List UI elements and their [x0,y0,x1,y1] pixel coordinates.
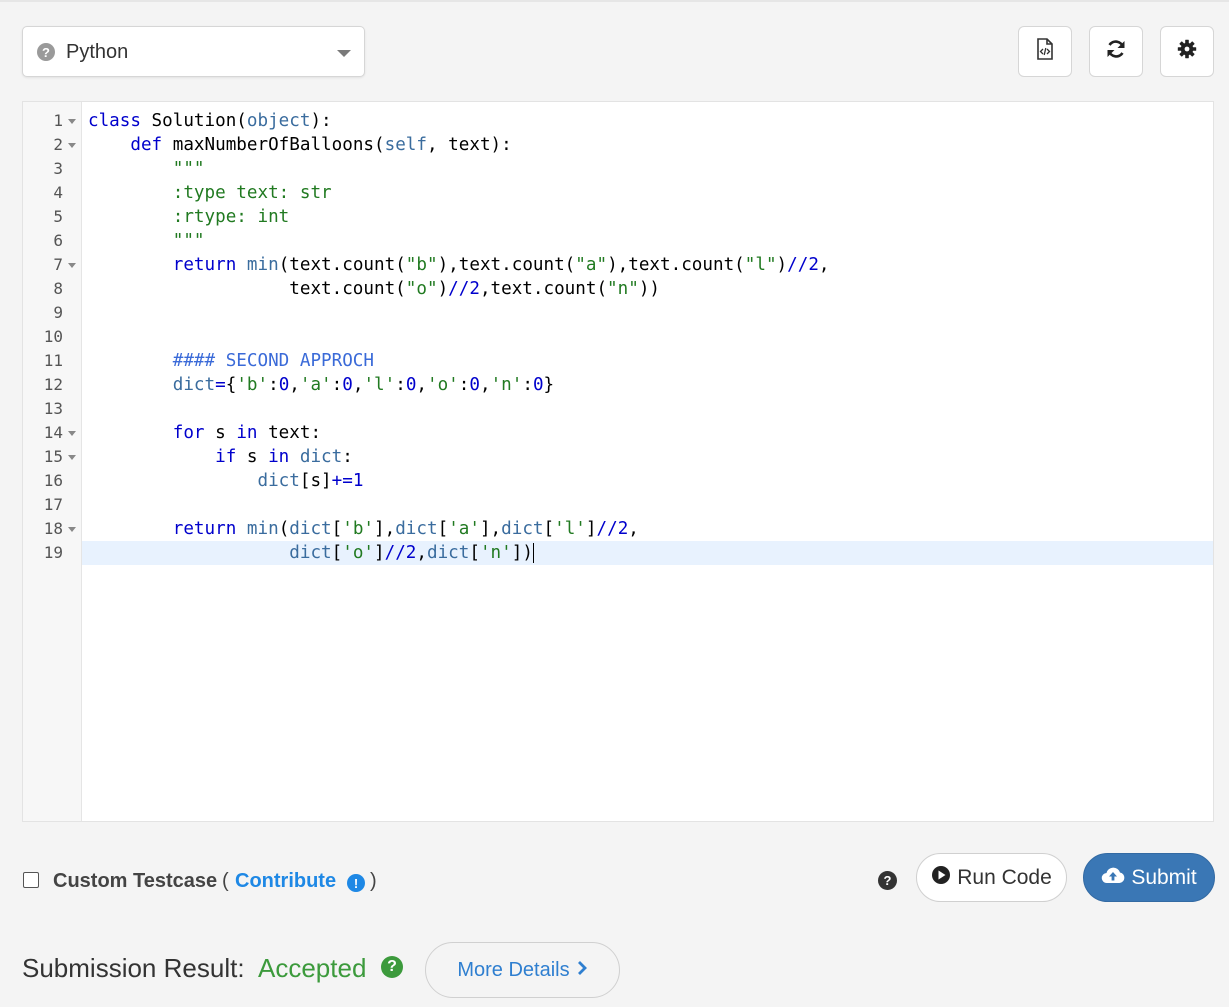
submit-label: Submit [1131,865,1197,889]
submission-result-label: Submission Result: [22,953,245,983]
cloud-upload-icon [1101,866,1125,890]
line-number: 7 [53,255,63,274]
line-number: 10 [43,327,63,346]
code-line[interactable]: 3 """ [23,157,1213,181]
code-text: class Solution(object): [88,111,332,131]
line-number: 18 [43,519,63,538]
more-details-label: More Details [457,958,570,981]
custom-testcase-checkbox[interactable] [23,872,39,888]
code-text: :type text: str [88,183,332,203]
code-line[interactable]: 19 dict['o']//2,dict['n']) [23,541,1213,565]
code-line[interactable]: 10 [23,325,1213,349]
custom-testcase-label: Custom Testcase [53,870,218,892]
code-line[interactable]: 18 return min(dict['b'],dict['a'],dict['… [23,517,1213,541]
code-text: dict[s]+=1 [257,471,364,491]
code-text: """ [88,159,205,179]
play-circle-icon [931,865,951,891]
code-line[interactable]: 5 :rtype: int [23,205,1213,229]
fold-arrow-icon[interactable] [68,527,76,532]
text-cursor [532,543,534,563]
code-text: if s in dict: [215,447,353,467]
code-line[interactable]: 11 #### SECOND APPROCH [23,349,1213,373]
line-number: 19 [43,543,63,562]
fold-arrow-icon[interactable] [68,455,76,460]
exclamation-circle-icon[interactable]: ! [347,874,365,892]
code-line[interactable]: 8 text.count("o")//2,text.count("n")) [23,277,1213,301]
code-text: return min(text.count("b"),text.count("a… [172,255,830,275]
code-file-button[interactable] [1018,26,1072,77]
code-lines: 1 class Solution(object): 2 def maxNumberO… [23,109,1213,565]
code-line[interactable]: 12 dict={'b':0,'a':0,'l':0,'o':0,'n':0} [23,373,1213,397]
code-text: dict['o']//2,dict['n']) [289,543,534,563]
code-text: dict={'b':0,'a':0,'l':0,'o':0,'n':0} [172,375,555,395]
gear-icon [1177,39,1197,64]
fold-arrow-icon[interactable] [68,263,76,268]
fold-arrow-icon[interactable] [68,143,76,148]
line-number: 12 [43,375,63,394]
code-editor[interactable]: 1 class Solution(object): 2 def maxNumberO… [22,101,1214,822]
question-circle-icon: ? [37,43,55,61]
settings-button[interactable] [1160,26,1214,77]
chevron-right-icon [576,959,588,982]
line-number: 11 [43,351,63,370]
line-number: 16 [43,471,63,490]
question-circle-icon[interactable]: ? [381,956,403,978]
line-number: 2 [53,135,63,154]
line-number: 5 [53,207,63,226]
submit-button[interactable]: Submit [1083,853,1215,902]
fold-arrow-icon[interactable] [68,119,76,124]
submission-status: Accepted [258,953,367,983]
line-number: 4 [53,183,63,202]
code-line[interactable]: 17 [23,493,1213,517]
top-divider [0,0,1229,2]
line-number: 15 [43,447,63,466]
code-text: """ [88,231,205,251]
code-line[interactable]: 6 """ [23,229,1213,253]
code-line[interactable]: 15 if s in dict: [23,445,1213,469]
line-number: 17 [43,495,63,514]
run-code-label: Run Code [957,865,1052,889]
code-text: def maxNumberOfBalloons(self, text): [130,135,512,155]
code-file-icon [1035,38,1055,65]
code-text: text.count("o")//2,text.count("n")) [88,279,661,299]
refresh-icon [1105,38,1127,65]
line-number: 8 [53,279,63,298]
fold-arrow-icon[interactable] [68,431,76,436]
line-number: 3 [53,159,63,178]
code-line[interactable]: 2 def maxNumberOfBalloons(self, text): [23,133,1213,157]
line-number: 13 [43,399,63,418]
more-details-button[interactable]: More Details [425,942,620,998]
run-code-button[interactable]: Run Code [916,853,1067,902]
code-line[interactable]: 7 return min(text.count("b"),text.count(… [23,253,1213,277]
open-paren: ( [222,870,229,892]
code-line[interactable]: 16 dict[s]+=1 [23,469,1213,493]
code-line[interactable]: 1 class Solution(object): [23,109,1213,133]
line-number: 9 [53,303,63,322]
code-line[interactable]: 13 [23,397,1213,421]
caret-down-icon [337,50,351,57]
language-select-value: Python [66,41,129,63]
close-paren: ) [370,870,377,892]
code-line[interactable]: 14 for s in text: [23,421,1213,445]
code-text: for s in text: [172,423,322,443]
code-text: :rtype: int [88,207,290,227]
code-line[interactable]: 9 [23,301,1213,325]
code-line[interactable]: 4 :type text: str [23,181,1213,205]
help-icon[interactable]: ? [878,871,897,890]
line-number: 6 [53,231,63,250]
line-number: 14 [43,423,63,442]
code-text: #### SECOND APPROCH [88,351,374,371]
code-text: return min(dict['b'],dict['a'],dict['l']… [172,519,639,539]
line-number: 1 [53,111,63,130]
contribute-link[interactable]: Contribute [235,870,336,893]
reset-code-button[interactable] [1089,26,1143,77]
language-select[interactable]: ? Python [22,26,365,77]
